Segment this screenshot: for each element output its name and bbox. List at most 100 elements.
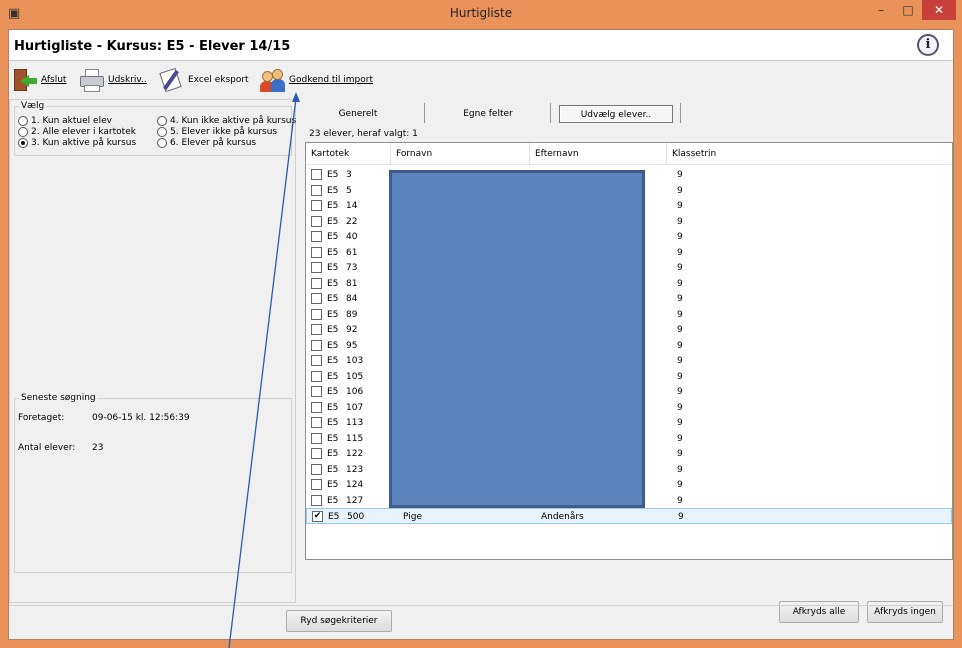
row-checkbox[interactable] [311, 262, 322, 273]
printer-icon [79, 67, 105, 93]
radio-indicator [157, 115, 167, 126]
cell-kartotek: E5 [327, 232, 339, 242]
cell-klassetrin: 9 [677, 371, 683, 382]
cell-klassetrin: 9 [677, 495, 683, 506]
radio-indicator [18, 115, 28, 126]
exit-label: Afslut [41, 75, 67, 85]
cell-klassetrin: 9 [677, 185, 683, 196]
cell-klassetrin: 9 [677, 356, 683, 366]
row-checkbox[interactable] [311, 215, 322, 227]
table-row[interactable]: ✔ E5 500 Pige Andenårs 9 [306, 508, 952, 524]
row-checkbox[interactable] [311, 355, 322, 366]
tab-divider [550, 103, 551, 123]
row-checkbox[interactable] [311, 339, 322, 351]
radio-option-2[interactable]: 2. Alle elever i kartotek [18, 126, 136, 137]
cell-kartotek: E5 [327, 340, 339, 351]
close-button[interactable]: ✕ [922, 0, 956, 20]
column-header-klassetrin[interactable]: Klassetrin [667, 143, 952, 165]
row-checkbox[interactable] [311, 479, 322, 490]
column-header-efternavn[interactable]: Efternavn [530, 143, 667, 165]
radio-indicator [18, 126, 28, 137]
cell-number: 127 [346, 495, 364, 506]
title-bar[interactable]: ▣ Hurtigliste – □ ✕ [0, 0, 962, 29]
radio-label: 3. Kun aktive på kursus [31, 137, 137, 148]
clear-criteria-button[interactable]: Ryd søgekriterier [286, 610, 392, 632]
info-icon[interactable]: i [917, 34, 939, 56]
row-checkbox[interactable] [311, 231, 322, 242]
tab-strip: Generelt Egne felter Udvælg elever.. [303, 99, 953, 125]
cell-number: 105 [346, 371, 364, 382]
row-checkbox[interactable]: ✔ [312, 511, 323, 522]
select-legend: Vælg [19, 101, 47, 111]
row-checkbox[interactable] [311, 432, 322, 444]
tab-general[interactable]: Generelt [323, 105, 393, 123]
row-checkbox[interactable] [311, 401, 322, 413]
row-checkbox[interactable] [311, 169, 322, 180]
cell-kartotek: E5 [327, 464, 339, 475]
maximize-button[interactable]: □ [895, 0, 921, 20]
cell-klassetrin: 9 [677, 418, 683, 428]
count-label: Antal elever: [18, 443, 76, 453]
cell-number: 89 [346, 309, 358, 320]
performed-label: Foretaget: [18, 413, 65, 423]
row-checkbox[interactable] [311, 293, 322, 304]
minimize-button[interactable]: – [868, 0, 894, 20]
people-import-icon [260, 67, 286, 93]
column-header-fornavn[interactable]: Fornavn [391, 143, 530, 165]
excel-export-icon [159, 67, 185, 93]
column-header-kartotek[interactable]: Kartotek [306, 143, 391, 165]
row-checkbox[interactable] [311, 448, 322, 459]
tab-custom-fields[interactable]: Egne felter [453, 105, 523, 123]
radio-label: 2. Alle elever i kartotek [31, 126, 136, 137]
cell-klassetrin: 9 [677, 263, 683, 273]
row-checkbox[interactable] [311, 246, 322, 258]
radio-option-5[interactable]: 5. Elever ikke på kursus [157, 126, 277, 137]
cell-number: 92 [346, 325, 358, 335]
row-checkbox[interactable] [311, 200, 322, 211]
cell-kartotek: E5 [327, 402, 339, 413]
select-groupbox: Vælg 1. Kun aktuel elev 2. Alle elever i… [14, 101, 296, 156]
cell-kartotek: E5 [327, 294, 339, 304]
row-checkbox[interactable] [311, 370, 322, 382]
excel-export-label: Excel eksport [188, 75, 249, 85]
cell-kartotek: E5 [327, 309, 339, 320]
row-checkbox[interactable] [311, 184, 322, 196]
row-checkbox[interactable] [311, 386, 322, 397]
cell-kartotek: E5 [327, 263, 339, 273]
cell-number: 106 [346, 387, 364, 397]
approve-import-button[interactable]: Godkend til import [260, 66, 373, 94]
cell-number: 73 [346, 263, 358, 273]
cell-kartotek: E5 [327, 247, 339, 258]
cell-number: 22 [346, 216, 358, 227]
cell-number: 122 [346, 449, 364, 459]
cell-klassetrin: 9 [677, 309, 683, 320]
cell-number: 115 [346, 433, 364, 444]
cell-kartotek: E5 [328, 512, 340, 522]
tab-select-students[interactable]: Udvælg elever.. [559, 105, 673, 123]
radio-option-1[interactable]: 1. Kun aktuel elev [18, 115, 112, 126]
radio-option-4[interactable]: 4. Kun ikke aktive på kursus [157, 115, 296, 126]
cell-kartotek: E5 [327, 170, 339, 180]
performed-value: 09-06-15 kl. 12:56:39 [92, 413, 190, 423]
excel-export-button[interactable]: Excel eksport [159, 66, 249, 94]
redaction-block [389, 170, 645, 508]
row-checkbox[interactable] [311, 463, 322, 475]
print-button[interactable]: Udskriv.. [79, 66, 147, 94]
cell-fornavn: Pige [403, 512, 422, 522]
cell-kartotek: E5 [327, 325, 339, 335]
cell-number: 84 [346, 294, 358, 304]
cell-number: 500 [347, 512, 365, 522]
cell-kartotek: E5 [327, 201, 339, 211]
tab-divider [424, 103, 425, 123]
row-checkbox[interactable] [311, 324, 322, 335]
count-value: 23 [92, 443, 104, 453]
row-checkbox[interactable] [311, 494, 322, 506]
row-checkbox[interactable] [311, 417, 322, 428]
row-checkbox[interactable] [311, 308, 322, 320]
exit-button[interactable]: Afslut [12, 66, 66, 94]
student-list[interactable]: Kartotek Fornavn Efternavn Klassetrin E5… [305, 142, 953, 560]
cell-klassetrin: 9 [677, 449, 683, 459]
row-checkbox[interactable] [311, 277, 322, 289]
radio-option-3[interactable]: 3. Kun aktive på kursus [18, 137, 136, 148]
radio-option-6[interactable]: 6. Elever på kursus [157, 137, 256, 148]
